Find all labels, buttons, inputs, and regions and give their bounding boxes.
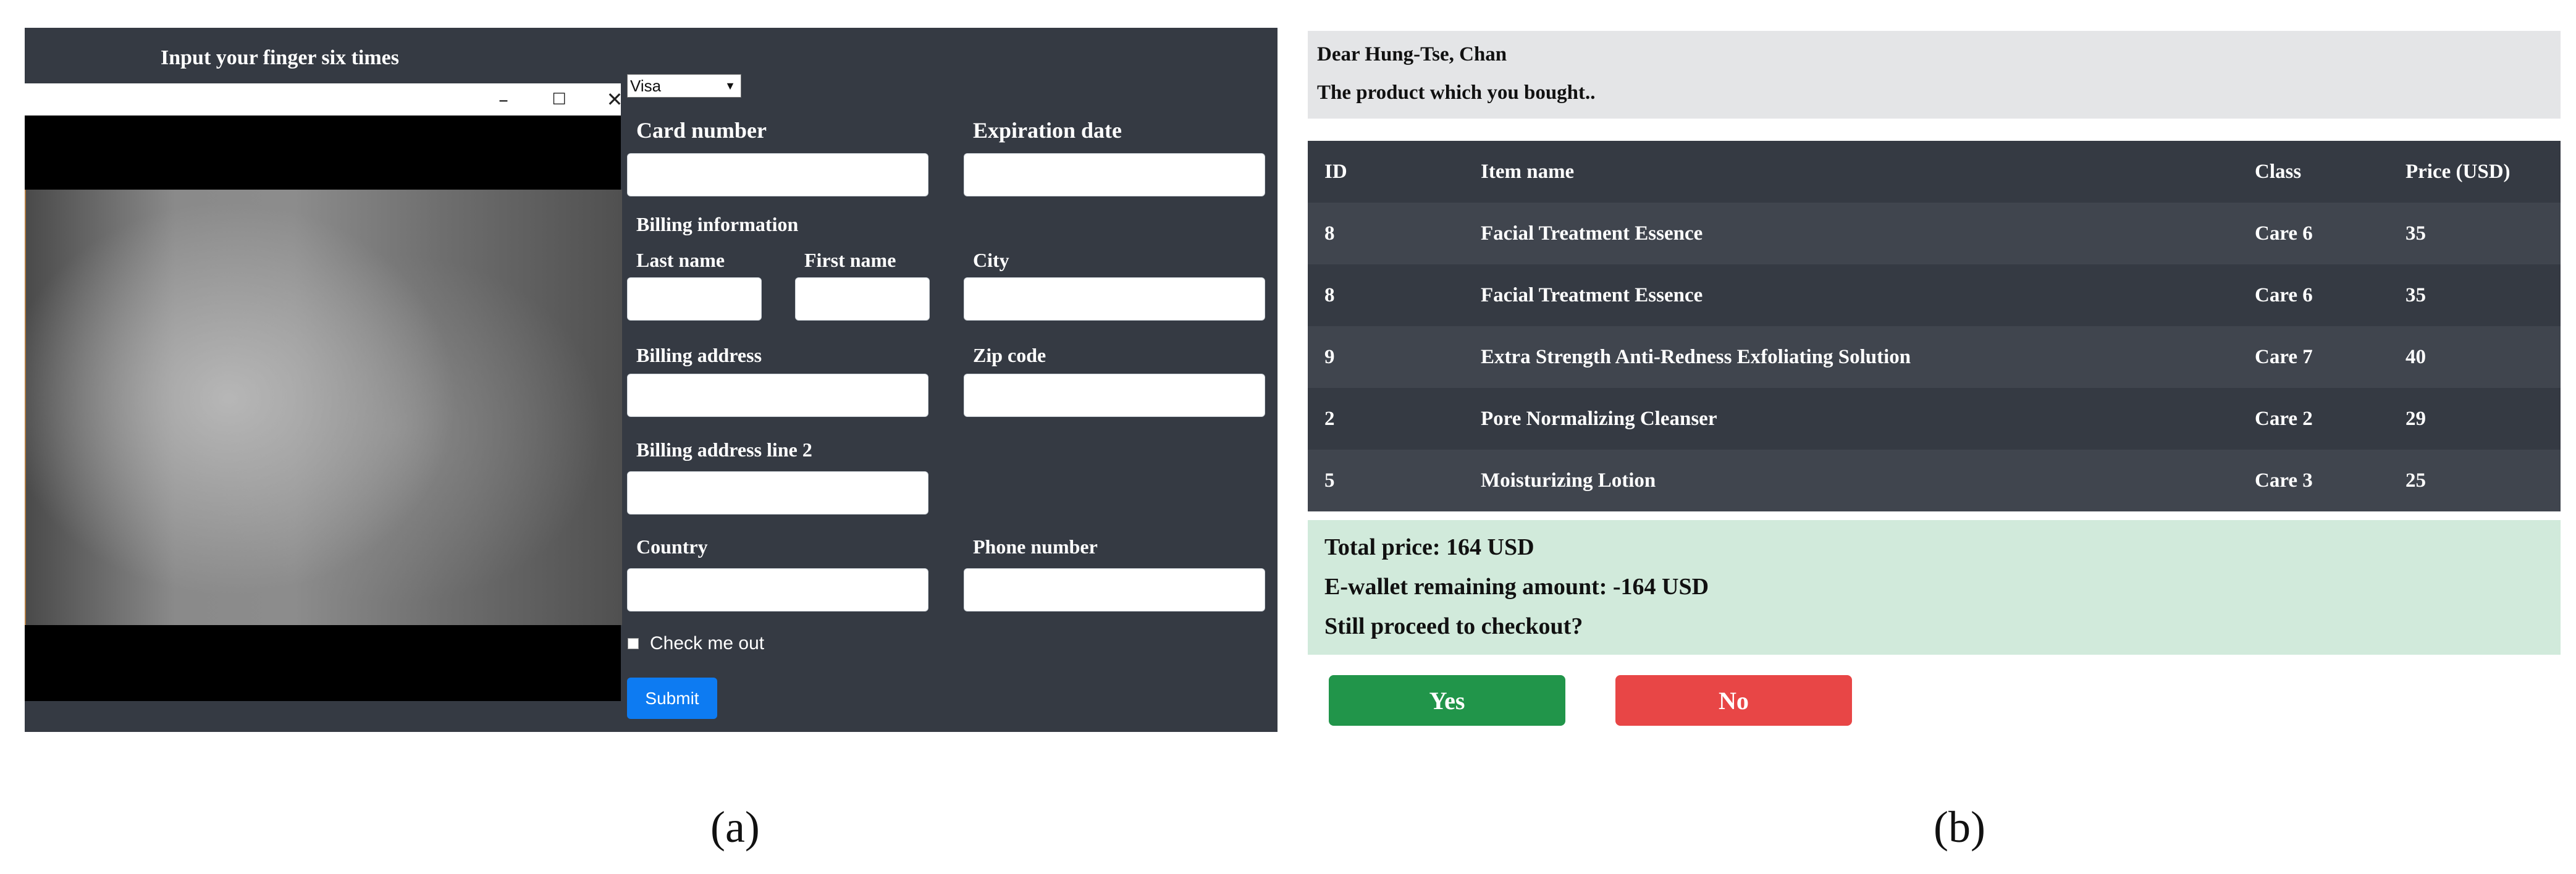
proceed-question: Still proceed to checkout? <box>1324 613 1583 639</box>
billing-address-label: Billing address <box>636 344 762 366</box>
country-label: Country <box>636 536 708 558</box>
city-input[interactable] <box>964 277 1265 321</box>
camera-letterbox-bottom <box>25 625 621 701</box>
chevron-down-icon: ▼ <box>725 80 736 92</box>
expiration-date-input[interactable] <box>964 153 1265 196</box>
cell-item-name: Facial Treatment Essence <box>1481 284 1703 306</box>
header-price: Price (USD) <box>2406 161 2511 183</box>
billing-information-heading: Billing information <box>636 213 799 235</box>
cell-item-name: Moisturizing Lotion <box>1481 469 1656 492</box>
cell-id: 8 <box>1324 222 1335 245</box>
cell-price: 29 <box>2406 408 2426 430</box>
cell-class: Care 3 <box>2255 469 2313 492</box>
camera-letterbox-top <box>25 116 621 190</box>
zip-code-input[interactable] <box>964 374 1265 417</box>
fingerprint-camera-window: – ☐ ✕ <box>25 83 623 701</box>
purchase-message: The product which you bought.. <box>1317 82 1596 104</box>
greeting-name: Dear Hung-Tse, Chan <box>1317 43 1507 65</box>
cell-item-name: Facial Treatment Essence <box>1481 222 1703 245</box>
header-id: ID <box>1324 161 1347 183</box>
billing-address-line2-input[interactable] <box>627 471 928 515</box>
card-number-input[interactable] <box>627 153 928 196</box>
city-label: City <box>973 249 1009 271</box>
header-class: Class <box>2255 161 2302 183</box>
last-name-input[interactable] <box>627 277 762 321</box>
cell-price: 40 <box>2406 346 2426 368</box>
table-header-row: ID Item name Class Price (USD) <box>1308 141 2561 203</box>
cell-class: Care 2 <box>2255 408 2313 430</box>
table-row: 5 Moisturizing Lotion Care 3 25 <box>1308 450 2561 511</box>
cell-item-name: Pore Normalizing Cleanser <box>1481 408 1717 430</box>
cell-class: Care 6 <box>2255 222 2313 245</box>
payment-form-panel: Input your finger six times – ☐ ✕ Visa ▼… <box>25 28 1277 732</box>
header-item-name: Item name <box>1481 161 1575 183</box>
caption-a: (a) <box>710 802 760 852</box>
phone-number-input[interactable] <box>964 568 1265 611</box>
cell-price: 25 <box>2406 469 2426 492</box>
cell-item-name: Extra Strength Anti-Redness Exfoliating … <box>1481 346 1911 368</box>
checkout-summary: Total price: 164 USD E-wallet remaining … <box>1308 520 2561 655</box>
first-name-input[interactable] <box>795 277 930 321</box>
cell-id: 9 <box>1324 346 1335 368</box>
check-me-out-checkbox[interactable] <box>628 638 639 649</box>
expiration-date-label: Expiration date <box>973 118 1122 143</box>
table-row: 2 Pore Normalizing Cleanser Care 2 29 <box>1308 388 2561 450</box>
card-type-select[interactable]: Visa ▼ <box>627 74 741 98</box>
billing-address-line2-label: Billing address line 2 <box>636 439 812 461</box>
maximize-icon[interactable]: ☐ <box>541 85 578 114</box>
country-input[interactable] <box>627 568 928 611</box>
cell-class: Care 6 <box>2255 284 2313 306</box>
yes-button[interactable]: Yes <box>1329 675 1565 726</box>
card-number-label: Card number <box>636 118 767 143</box>
table-row: 8 Facial Treatment Essence Care 6 35 <box>1308 203 2561 264</box>
total-price-text: Total price: 164 USD <box>1324 534 1534 560</box>
cell-id: 5 <box>1324 469 1335 492</box>
fingerprint-camera-image <box>25 190 622 625</box>
purchased-items-table: ID Item name Class Price (USD) 8 Facial … <box>1308 141 2561 511</box>
fingerprint-instruction: Input your finger six times <box>161 46 400 69</box>
first-name-label: First name <box>804 249 896 271</box>
greeting-box: Dear Hung-Tse, Chan The product which yo… <box>1308 31 2561 119</box>
wallet-remaining-text: E-wallet remaining amount: -164 USD <box>1324 574 1709 600</box>
table-row: 9 Extra Strength Anti-Redness Exfoliatin… <box>1308 326 2561 388</box>
phone-number-label: Phone number <box>973 536 1098 558</box>
table-row: 8 Facial Treatment Essence Care 6 35 <box>1308 264 2561 326</box>
cell-price: 35 <box>2406 222 2426 245</box>
caption-b: (b) <box>1934 802 1985 852</box>
cell-class: Care 7 <box>2255 346 2313 368</box>
billing-address-input[interactable] <box>627 374 928 417</box>
check-me-out-label: Check me out <box>650 633 765 653</box>
minimize-icon[interactable]: – <box>485 85 522 114</box>
cell-price: 35 <box>2406 284 2426 306</box>
no-button[interactable]: No <box>1615 675 1852 726</box>
card-type-value: Visa <box>630 77 662 95</box>
submit-button[interactable]: Submit <box>627 678 717 719</box>
last-name-label: Last name <box>636 249 725 271</box>
camera-window-titlebar: – ☐ ✕ <box>25 83 623 116</box>
zip-code-label: Zip code <box>973 344 1046 366</box>
cell-id: 2 <box>1324 408 1335 430</box>
cell-id: 8 <box>1324 284 1335 306</box>
